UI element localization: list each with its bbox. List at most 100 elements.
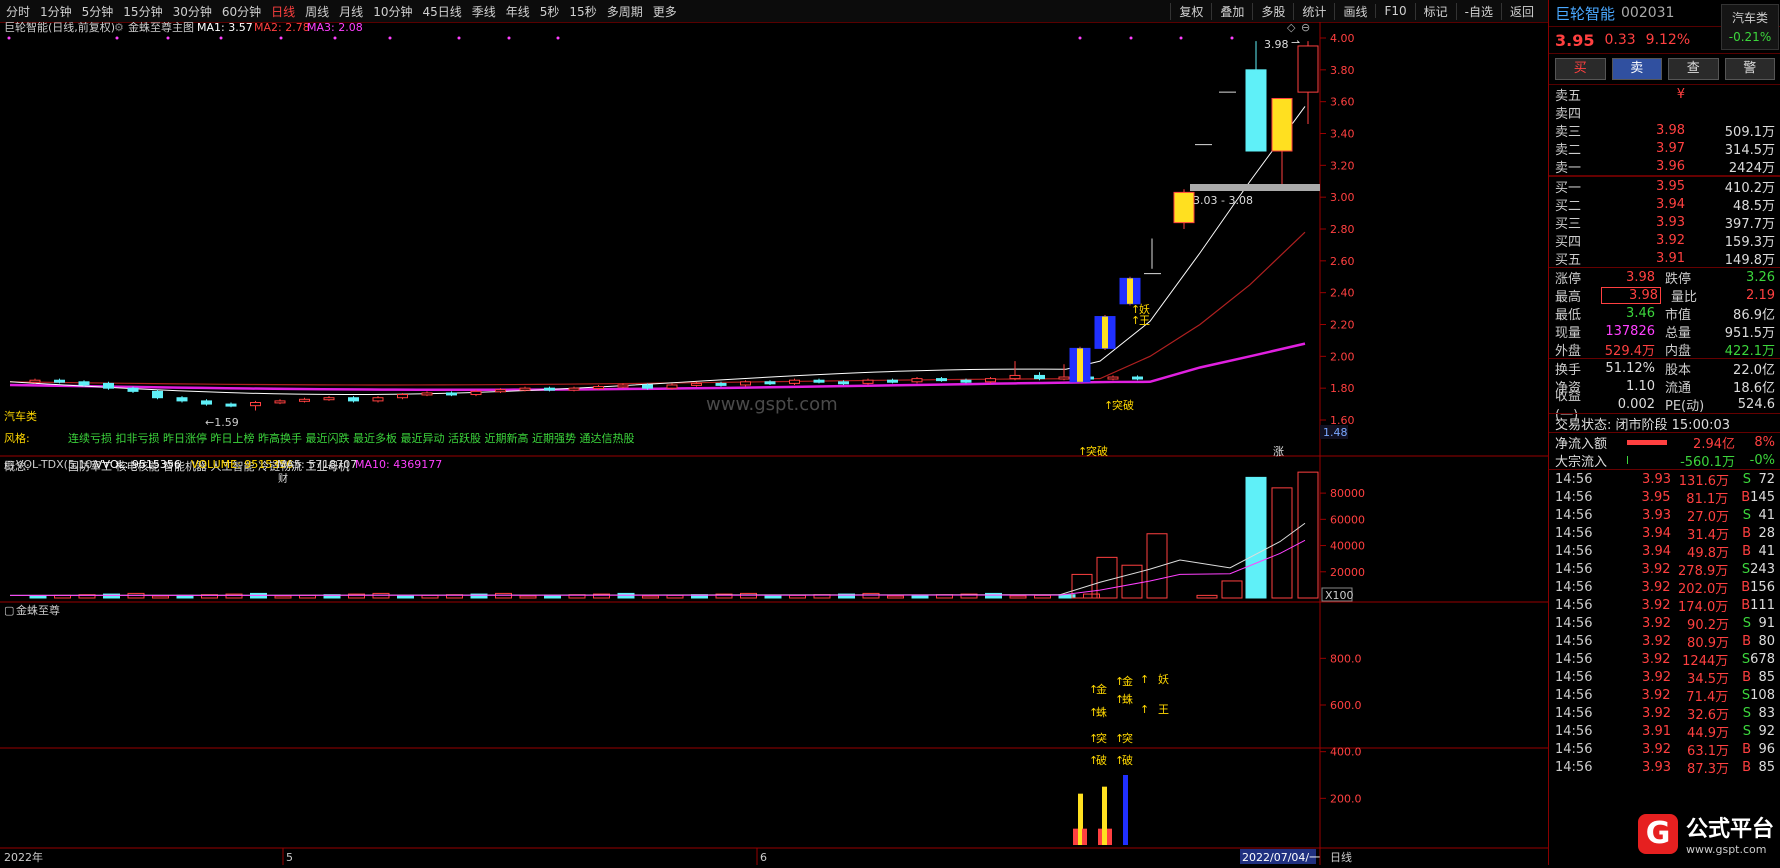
- tick-row[interactable]: 14:56 3.93 87.3万 B 85: [1549, 758, 1780, 777]
- candle[interactable]: [691, 382, 702, 386]
- period-tab[interactable]: 15秒: [569, 3, 596, 20]
- tick-row[interactable]: 14:56 3.93 27.0万 S 41: [1549, 506, 1780, 525]
- candle[interactable]: [887, 379, 898, 383]
- candle[interactable]: [495, 389, 506, 393]
- period-tab[interactable]: 更多: [653, 3, 677, 20]
- sell-button[interactable]: 卖: [1611, 58, 1662, 80]
- period-tab[interactable]: 5秒: [540, 3, 560, 20]
- tick-row[interactable]: 14:56 3.92 32.6万 S 83: [1549, 704, 1780, 723]
- candle[interactable]: [568, 387, 580, 391]
- volume-title[interactable]: VOL-TDX(5,10): [16, 458, 97, 471]
- candle[interactable]: [666, 384, 678, 389]
- diamond-icon[interactable]: ◇: [1287, 21, 1296, 34]
- tool-button[interactable]: 复权: [1170, 2, 1211, 20]
- tool-button[interactable]: 叠加: [1211, 2, 1252, 20]
- candlesticks[interactable]: [29, 41, 1319, 411]
- candle[interactable]: [1009, 374, 1021, 380]
- tick-row[interactable]: 14:56 3.92 90.2万 S 91: [1549, 614, 1780, 633]
- tick-row[interactable]: 14:56 3.92 34.5万 B 85: [1549, 668, 1780, 687]
- candle[interactable]: [764, 381, 776, 385]
- period-tab[interactable]: 多周期: [607, 3, 643, 20]
- tool-button[interactable]: 标记: [1414, 2, 1456, 20]
- tick-row[interactable]: 14:56 3.92 63.1万 B 96: [1549, 740, 1780, 759]
- period-tab[interactable]: 1分钟: [40, 3, 72, 20]
- candle[interactable]: [201, 400, 212, 405]
- period-tab[interactable]: 季线: [472, 3, 496, 20]
- candle[interactable]: [936, 378, 947, 382]
- candle[interactable]: [29, 379, 41, 383]
- candle[interactable]: [544, 387, 555, 391]
- candle[interactable]: [740, 381, 751, 386]
- candle[interactable]: [1132, 376, 1143, 380]
- candle[interactable]: [838, 381, 849, 385]
- settings-icon[interactable]: ⚙: [114, 21, 124, 34]
- candle[interactable]: [470, 390, 482, 396]
- period-tab[interactable]: 月线: [339, 3, 363, 20]
- tool-button[interactable]: 返回: [1500, 2, 1542, 20]
- kline-chart-area[interactable]: 巨轮智能(日线,前复权) ⚙ 金蛛至尊主图 MA1: 3.57 MA2: 2.7…: [0, 20, 1548, 865]
- candle[interactable]: [152, 390, 163, 399]
- tool-button[interactable]: F10: [1375, 4, 1414, 18]
- candle[interactable]: [1271, 97, 1293, 152]
- candle[interactable]: [446, 392, 457, 396]
- query-button[interactable]: 查: [1668, 58, 1719, 80]
- tick-row[interactable]: 14:56 3.94 49.8万 B 41: [1549, 542, 1780, 561]
- candle[interactable]: [813, 379, 825, 383]
- lower-title[interactable]: 金蛛至尊: [16, 603, 60, 617]
- period-tab[interactable]: 周线: [305, 3, 329, 20]
- candle[interactable]: [103, 382, 114, 389]
- period-tab[interactable]: 10分钟: [373, 3, 412, 20]
- tool-button[interactable]: -自选: [1455, 2, 1501, 20]
- indicator-name[interactable]: 金蛛至尊主图: [128, 20, 194, 34]
- candle[interactable]: [225, 403, 237, 407]
- candle[interactable]: [372, 397, 384, 402]
- sector-box[interactable]: 汽车类 -0.21%: [1721, 4, 1779, 50]
- period-tab[interactable]: 45日线: [422, 3, 461, 20]
- candle[interactable]: [960, 379, 972, 383]
- candle[interactable]: [1058, 376, 1070, 380]
- candle[interactable]: [593, 386, 604, 390]
- tick-row[interactable]: 14:56 3.92 1244万 S 678: [1549, 650, 1780, 669]
- candle[interactable]: [78, 381, 90, 386]
- period-tab[interactable]: 年线: [506, 3, 530, 20]
- buy-button[interactable]: 买: [1555, 58, 1606, 80]
- alert-button[interactable]: 警: [1724, 58, 1775, 80]
- tick-list[interactable]: 14:56 3.93 131.6万 S 72 14:56 3.95 81.1万 B 145 14:5…: [1549, 469, 1780, 777]
- tick-row[interactable]: 14:56 3.94 31.4万 B 28: [1549, 524, 1780, 543]
- candle[interactable]: [397, 394, 408, 399]
- tick-row[interactable]: 14:56 3.93 131.6万 S 72: [1549, 470, 1780, 489]
- tick-row[interactable]: 14:56 3.92 174.0万 B 111: [1549, 596, 1780, 615]
- candle[interactable]: [1107, 376, 1119, 380]
- candle[interactable]: [250, 401, 261, 407]
- tick-row[interactable]: 14:56 3.92 202.0万 B 156: [1549, 578, 1780, 597]
- candle[interactable]: [176, 397, 188, 402]
- candle[interactable]: [985, 378, 996, 383]
- candle[interactable]: [642, 384, 653, 389]
- tick-row[interactable]: 14:56 3.92 80.9万 B 80: [1549, 632, 1780, 651]
- tool-button[interactable]: 统计: [1293, 2, 1334, 20]
- candle[interactable]: [1297, 45, 1319, 93]
- candle[interactable]: [617, 384, 629, 388]
- period-indicator[interactable]: 日线: [1330, 850, 1352, 864]
- period-tab[interactable]: 30分钟: [173, 3, 212, 20]
- candle[interactable]: [911, 378, 923, 383]
- candle[interactable]: [323, 397, 335, 401]
- candle[interactable]: [348, 397, 359, 402]
- tick-row[interactable]: 14:56 3.92 278.9万 S 243: [1549, 560, 1780, 579]
- tick-row[interactable]: 14:56 3.95 81.1万 B 145: [1549, 488, 1780, 507]
- tick-row[interactable]: 14:56 3.91 44.9万 S 92: [1549, 722, 1780, 741]
- period-tab[interactable]: 分时: [6, 3, 30, 20]
- period-tab[interactable]: 15分钟: [123, 3, 162, 20]
- candle[interactable]: [715, 382, 727, 386]
- candle[interactable]: [1173, 191, 1195, 224]
- candle[interactable]: [421, 392, 433, 396]
- candle[interactable]: [54, 379, 65, 383]
- period-tab[interactable]: 日线: [271, 3, 295, 20]
- period-tab[interactable]: 60分钟: [222, 3, 261, 20]
- period-tab[interactable]: 5分钟: [82, 3, 114, 20]
- tool-button[interactable]: 多股: [1252, 2, 1293, 20]
- zoom-out-icon[interactable]: ⊖: [1301, 21, 1310, 34]
- candle[interactable]: [1034, 374, 1045, 380]
- candle[interactable]: [1245, 69, 1267, 152]
- candle[interactable]: [127, 387, 139, 392]
